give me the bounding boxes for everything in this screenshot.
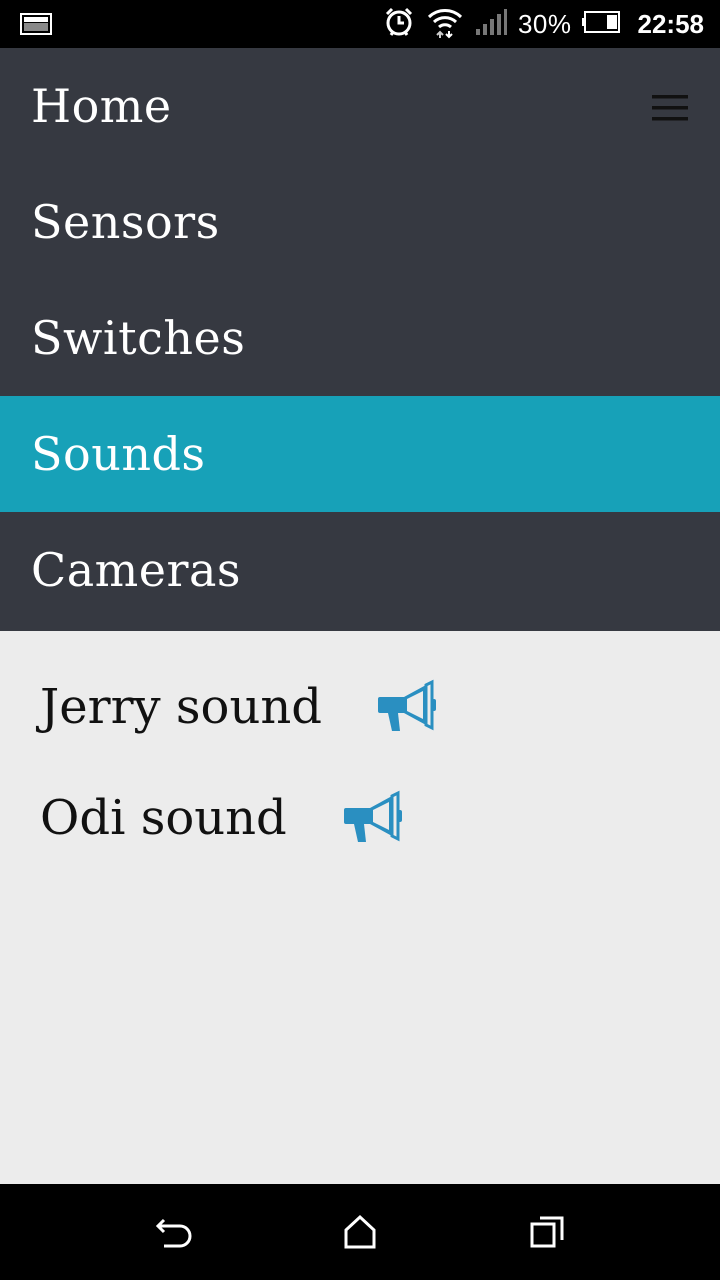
- signal-icon: [474, 7, 508, 42]
- menu-icon: [652, 95, 688, 121]
- screenshot-icon: [20, 12, 52, 36]
- nav-menu: Home Sensors Switches Sounds Cameras: [0, 48, 720, 631]
- recents-button[interactable]: [528, 1212, 568, 1252]
- nav-item-label: Cameras: [31, 543, 241, 597]
- alarm-icon: [382, 5, 416, 44]
- nav-item-sounds[interactable]: Sounds: [0, 396, 720, 512]
- sounds-list: Jerry sound Odi sound: [0, 631, 720, 1184]
- status-icons: 30% 22:58: [382, 0, 704, 48]
- megaphone-icon[interactable]: [374, 679, 438, 735]
- nav-item-home[interactable]: Home: [0, 48, 720, 164]
- nav-item-cameras[interactable]: Cameras: [0, 512, 720, 628]
- nav-item-switches[interactable]: Switches: [0, 280, 720, 396]
- recents-icon: [530, 1216, 564, 1248]
- battery-icon: [581, 10, 622, 39]
- sound-item-odi: Odi sound: [40, 788, 404, 848]
- nav-item-label: Switches: [31, 311, 246, 365]
- megaphone-icon[interactable]: [340, 790, 404, 846]
- sound-label: Jerry sound: [40, 679, 322, 735]
- menu-button[interactable]: [650, 88, 690, 128]
- nav-item-sensors[interactable]: Sensors: [0, 164, 720, 280]
- system-nav-bar: [0, 1184, 720, 1280]
- back-button[interactable]: [154, 1212, 194, 1252]
- sound-item-jerry: Jerry sound: [40, 677, 438, 737]
- battery-percent: 30%: [517, 8, 572, 39]
- home-icon: [344, 1214, 376, 1249]
- status-time: 22:58: [637, 8, 705, 39]
- screen: 30% 22:58 Home Sensors Switches Sounds C…: [0, 0, 720, 1280]
- nav-item-label: Home: [31, 79, 172, 133]
- sound-label: Odi sound: [40, 790, 287, 846]
- wifi-icon: [426, 5, 464, 44]
- nav-item-label: Sensors: [31, 195, 220, 249]
- back-icon: [155, 1218, 192, 1248]
- status-bar: 30% 22:58: [0, 0, 720, 48]
- home-button[interactable]: [340, 1212, 380, 1252]
- nav-item-label: Sounds: [31, 427, 206, 481]
